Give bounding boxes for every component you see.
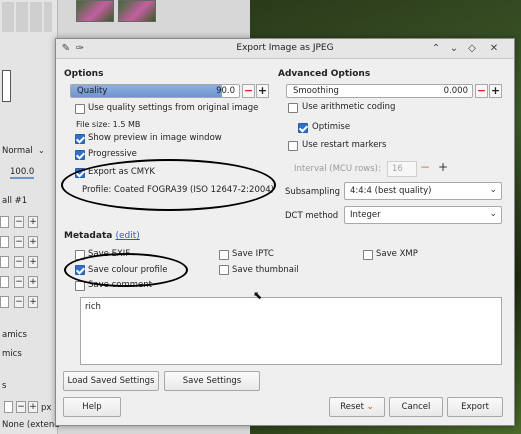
dynamics-label-2: mics	[2, 349, 22, 359]
annotation-circle-cmyk	[61, 159, 276, 211]
comment-textarea[interactable]: rich	[80, 297, 502, 365]
param-field[interactable]	[0, 296, 9, 308]
size-label: s	[2, 381, 7, 391]
arithmetic-coding-checkbox[interactable]	[288, 103, 298, 113]
param-field[interactable]	[0, 236, 9, 248]
dynamics-label: amics	[2, 330, 27, 340]
size-plus-button[interactable]: +	[28, 401, 38, 413]
dialog-title: Export Image as JPEG	[236, 43, 334, 53]
save-iptc-label: Save IPTC	[232, 249, 274, 259]
save-xmp-checkbox[interactable]	[363, 250, 373, 260]
quality-label: Quality	[77, 86, 108, 96]
chevron-down-icon: ⌄	[38, 146, 45, 155]
save-thumbnail-checkbox[interactable]	[219, 265, 229, 275]
param-plus-button[interactable]: +	[28, 256, 38, 268]
dct-method-select[interactable]: Integer ⌄	[344, 206, 502, 224]
param-field[interactable]	[0, 276, 9, 288]
mouse-cursor-icon: ⬉	[253, 289, 263, 302]
subsampling-value: 4:4:4 (best quality)	[350, 186, 432, 196]
smoothing-slider[interactable]: Smoothing 0.000	[286, 84, 473, 98]
chevron-down-icon[interactable]: ⌄	[448, 43, 460, 54]
quality-increase-button[interactable]: +	[256, 84, 269, 98]
close-icon[interactable]: ✕	[488, 43, 500, 54]
save-xmp-label: Save XMP	[376, 249, 418, 259]
advanced-options-heading: Advanced Options	[278, 69, 371, 79]
export-jpeg-dialog: ✎ ✑ Export Image as JPEG ⌃ ⌄ ◇ ✕ Options…	[55, 38, 515, 426]
metadata-title: Metadata	[64, 231, 113, 241]
arithmetic-coding-label: Use arithmetic coding	[302, 102, 396, 112]
show-preview-checkbox[interactable]	[75, 134, 85, 144]
tool-options-panel: Normal ⌄ 100.0 all #1 − + − + − + − + − …	[0, 0, 60, 434]
save-settings-button[interactable]: Save Settings	[164, 371, 260, 391]
metadata-edit-link[interactable]: (edit)	[115, 231, 139, 241]
load-saved-settings-button[interactable]: Load Saved Settings	[63, 371, 159, 391]
param-field[interactable]	[0, 256, 9, 268]
param-minus-button[interactable]: −	[14, 236, 24, 248]
image-thumbnail[interactable]	[76, 0, 114, 22]
color-swatch[interactable]	[2, 70, 11, 102]
chevron-up-icon[interactable]: ⌃	[430, 43, 442, 54]
param-minus-button[interactable]: −	[14, 256, 24, 268]
param-field[interactable]	[0, 216, 9, 228]
help-button[interactable]: Help	[63, 397, 121, 417]
dct-method-label: DCT method	[285, 211, 339, 221]
progressive-label: Progressive	[88, 149, 137, 159]
maximize-icon[interactable]: ◇	[466, 43, 478, 54]
param-minus-button[interactable]: −	[14, 276, 24, 288]
metadata-heading: Metadata (edit)	[64, 231, 140, 241]
quality-slider[interactable]: Quality 90.0	[70, 84, 240, 98]
interval-decrease-button[interactable]: −	[420, 160, 430, 174]
size-minus-button[interactable]: −	[16, 401, 26, 413]
interval-label: Interval (MCU rows):	[294, 164, 381, 174]
export-button[interactable]: Export	[447, 397, 503, 417]
options-heading: Options	[64, 69, 104, 79]
restart-markers-label: Use restart markers	[302, 140, 387, 150]
reset-arrow-icon: ⌄	[366, 402, 374, 412]
toolbox-icons[interactable]	[2, 2, 52, 32]
save-iptc-checkbox[interactable]	[219, 250, 229, 260]
smoothing-increase-button[interactable]: +	[489, 84, 502, 98]
use-quality-original-checkbox[interactable]	[75, 104, 85, 114]
quality-value: 90.0	[216, 86, 235, 96]
optimise-label: Optimise	[312, 122, 351, 132]
save-thumbnail-label: Save thumbnail	[232, 265, 299, 275]
dialog-titlebar[interactable]: ✎ ✑ Export Image as JPEG ⌃ ⌄ ◇ ✕	[56, 39, 514, 59]
quality-decrease-button[interactable]: −	[242, 84, 255, 98]
size-field[interactable]	[4, 401, 13, 413]
smoothing-label: Smoothing	[293, 86, 339, 96]
chevron-down-icon: ⌄	[489, 209, 497, 219]
brush-label: all #1	[2, 196, 28, 206]
param-plus-button[interactable]: +	[28, 296, 38, 308]
param-minus-button[interactable]: −	[14, 216, 24, 228]
interval-increase-button[interactable]: +	[438, 160, 448, 174]
image-thumbnail[interactable]	[118, 0, 156, 22]
subsampling-select[interactable]: 4:4:4 (best quality) ⌄	[344, 182, 502, 200]
file-size-text: File size: 1.5 MB	[76, 120, 141, 129]
progressive-checkbox[interactable]	[75, 150, 85, 160]
chevron-down-icon: ⌄	[489, 185, 497, 195]
mode-select[interactable]: Normal	[2, 146, 33, 156]
cancel-button[interactable]: Cancel	[389, 397, 443, 417]
restart-markers-checkbox[interactable]	[288, 141, 298, 151]
tool-parameter-rows: − + − + − + − + − +	[0, 212, 58, 322]
reset-button[interactable]: Reset ⌄	[329, 397, 385, 417]
param-plus-button[interactable]: +	[28, 216, 38, 228]
smoothing-decrease-button[interactable]: −	[475, 84, 488, 98]
show-preview-label: Show preview in image window	[88, 133, 222, 143]
opacity-field[interactable]: 100.0	[10, 167, 35, 179]
dct-method-value: Integer	[350, 210, 381, 220]
param-plus-button[interactable]: +	[28, 276, 38, 288]
param-plus-button[interactable]: +	[28, 236, 38, 248]
param-minus-button[interactable]: −	[14, 296, 24, 308]
smoothing-value: 0.000	[443, 86, 468, 96]
unit-select[interactable]: px	[41, 403, 51, 413]
annotation-circle-colour-profile	[64, 253, 188, 287]
reset-label: Reset	[340, 402, 364, 412]
subsampling-label: Subsampling	[285, 187, 340, 197]
optimise-checkbox[interactable]	[298, 123, 308, 133]
use-quality-original-label: Use quality settings from original image	[88, 103, 259, 113]
extend-select[interactable]: None (extend	[2, 420, 60, 430]
interval-field[interactable]: 16	[387, 161, 417, 177]
